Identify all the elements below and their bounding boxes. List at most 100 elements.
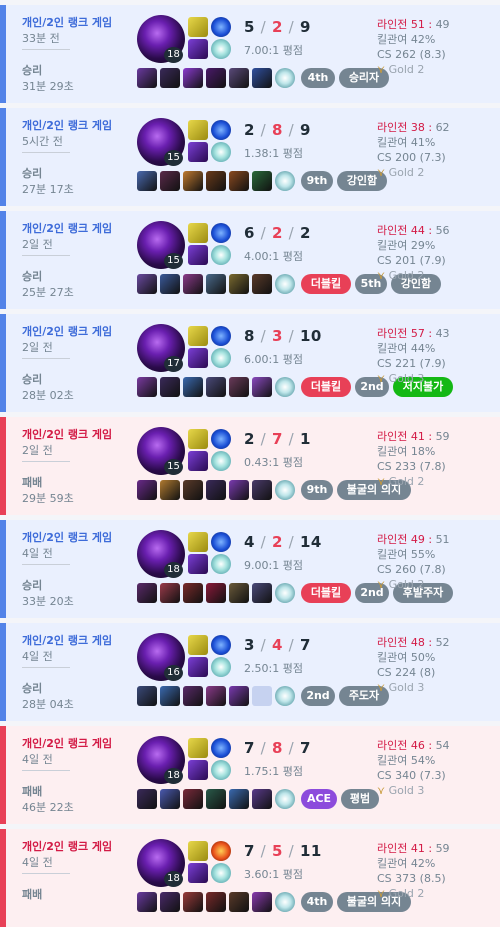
ward-item-icon[interactable]	[275, 789, 295, 809]
item-icon[interactable]	[229, 274, 249, 294]
item-icon[interactable]	[183, 480, 203, 500]
item-icon[interactable]	[252, 480, 272, 500]
item-icon[interactable]	[183, 892, 203, 912]
item-icon[interactable]	[160, 171, 180, 191]
secondary-rune-icon[interactable]	[211, 760, 231, 780]
item-icon[interactable]	[206, 68, 226, 88]
item-icon[interactable]	[137, 583, 157, 603]
item-icon[interactable]	[252, 274, 272, 294]
summoner-spell-flash-icon[interactable]	[211, 429, 231, 449]
item-icon[interactable]	[252, 583, 272, 603]
match-card[interactable]: 개인/2인 랭크 게임 2일 전 승리 28분 02초 17 8 / 3 / 1…	[0, 314, 500, 412]
item-icon[interactable]	[229, 686, 249, 706]
item-icon[interactable]	[160, 377, 180, 397]
item-icon[interactable]	[160, 583, 180, 603]
item-icon[interactable]	[183, 68, 203, 88]
item-icon[interactable]	[229, 68, 249, 88]
item-icon[interactable]	[229, 377, 249, 397]
summoner-spell-ghost-icon[interactable]	[188, 120, 208, 140]
item-icon[interactable]	[183, 274, 203, 294]
summoner-spell-ghost-icon[interactable]	[188, 223, 208, 243]
secondary-rune-icon[interactable]	[211, 863, 231, 883]
keystone-rune-icon[interactable]	[188, 451, 208, 471]
item-icon[interactable]	[206, 377, 226, 397]
item-icon[interactable]	[183, 377, 203, 397]
summoner-spell-ghost-icon[interactable]	[188, 532, 208, 552]
ward-item-icon[interactable]	[275, 171, 295, 191]
secondary-rune-icon[interactable]	[211, 245, 231, 265]
item-icon[interactable]	[137, 789, 157, 809]
item-icon[interactable]	[183, 171, 203, 191]
summoner-spell-ghost-icon[interactable]	[188, 17, 208, 37]
keystone-rune-icon[interactable]	[188, 863, 208, 883]
summoner-spell-ignite-icon[interactable]	[211, 841, 231, 861]
secondary-rune-icon[interactable]	[211, 39, 231, 59]
item-icon[interactable]	[252, 892, 272, 912]
item-icon[interactable]	[160, 480, 180, 500]
item-icon[interactable]	[137, 171, 157, 191]
item-icon[interactable]	[252, 789, 272, 809]
item-icon[interactable]	[137, 892, 157, 912]
item-icon[interactable]	[160, 68, 180, 88]
ward-item-icon[interactable]	[275, 480, 295, 500]
item-icon[interactable]	[183, 789, 203, 809]
ward-item-icon[interactable]	[275, 892, 295, 912]
summoner-spell-ghost-icon[interactable]	[188, 635, 208, 655]
summoner-spell-flash-icon[interactable]	[211, 635, 231, 655]
summoner-spell-flash-icon[interactable]	[211, 17, 231, 37]
secondary-rune-icon[interactable]	[211, 657, 231, 677]
summoner-spell-ghost-icon[interactable]	[188, 738, 208, 758]
item-icon[interactable]	[137, 68, 157, 88]
ward-item-icon[interactable]	[275, 274, 295, 294]
item-icon[interactable]	[160, 686, 180, 706]
item-icon[interactable]	[229, 171, 249, 191]
match-card[interactable]: 개인/2인 랭크 게임 2일 전 패배 29분 59초 15 2 / 7 / 1…	[0, 417, 500, 515]
item-icon[interactable]	[206, 686, 226, 706]
item-icon[interactable]	[229, 583, 249, 603]
summoner-spell-flash-icon[interactable]	[211, 223, 231, 243]
summoner-spell-flash-icon[interactable]	[211, 326, 231, 346]
summoner-spell-flash-icon[interactable]	[211, 532, 231, 552]
item-icon[interactable]	[206, 480, 226, 500]
item-icon[interactable]	[137, 377, 157, 397]
item-icon[interactable]	[137, 274, 157, 294]
item-icon[interactable]	[252, 377, 272, 397]
match-card[interactable]: 개인/2인 랭크 게임 4일 전 승리 33분 20초 18 4 / 2 / 1…	[0, 520, 500, 618]
keystone-rune-icon[interactable]	[188, 245, 208, 265]
match-card[interactable]: 개인/2인 랭크 게임 2일 전 승리 25분 27초 15 6 / 2 / 2…	[0, 211, 500, 309]
match-card[interactable]: 개인/2인 랭크 게임 33분 전 승리 31분 29초 18 5 / 2 / …	[0, 5, 500, 103]
summoner-spell-flash-icon[interactable]	[211, 120, 231, 140]
ward-item-icon[interactable]	[275, 68, 295, 88]
match-card[interactable]: 개인/2인 랭크 게임 4일 전 패배 46분 22초 18 7 / 8 / 7…	[0, 726, 500, 824]
keystone-rune-icon[interactable]	[188, 554, 208, 574]
item-icon[interactable]	[206, 789, 226, 809]
keystone-rune-icon[interactable]	[188, 348, 208, 368]
keystone-rune-icon[interactable]	[188, 657, 208, 677]
secondary-rune-icon[interactable]	[211, 554, 231, 574]
item-icon[interactable]	[160, 274, 180, 294]
item-icon[interactable]	[206, 171, 226, 191]
item-icon[interactable]	[252, 171, 272, 191]
item-icon[interactable]	[206, 583, 226, 603]
match-card[interactable]: 개인/2인 랭크 게임 4일 전 패배 18 7 / 5 / 11 3.60:1…	[0, 829, 500, 927]
summoner-spell-ghost-icon[interactable]	[188, 841, 208, 861]
item-icon[interactable]	[160, 892, 180, 912]
ward-item-icon[interactable]	[275, 583, 295, 603]
keystone-rune-icon[interactable]	[188, 142, 208, 162]
keystone-rune-icon[interactable]	[188, 39, 208, 59]
ward-item-icon[interactable]	[275, 686, 295, 706]
item-icon[interactable]	[229, 892, 249, 912]
item-icon[interactable]	[229, 480, 249, 500]
item-icon[interactable]	[137, 686, 157, 706]
item-icon[interactable]	[252, 686, 272, 706]
item-icon[interactable]	[137, 480, 157, 500]
summoner-spell-ghost-icon[interactable]	[188, 429, 208, 449]
item-icon[interactable]	[160, 789, 180, 809]
item-icon[interactable]	[206, 892, 226, 912]
match-card[interactable]: 개인/2인 랭크 게임 4일 전 승리 28분 04초 16 3 / 4 / 7…	[0, 623, 500, 721]
summoner-spell-ghost-icon[interactable]	[188, 326, 208, 346]
item-icon[interactable]	[252, 68, 272, 88]
match-card[interactable]: 개인/2인 랭크 게임 5시간 전 승리 27분 17초 15 2 / 8 / …	[0, 108, 500, 206]
item-icon[interactable]	[229, 789, 249, 809]
item-icon[interactable]	[183, 686, 203, 706]
